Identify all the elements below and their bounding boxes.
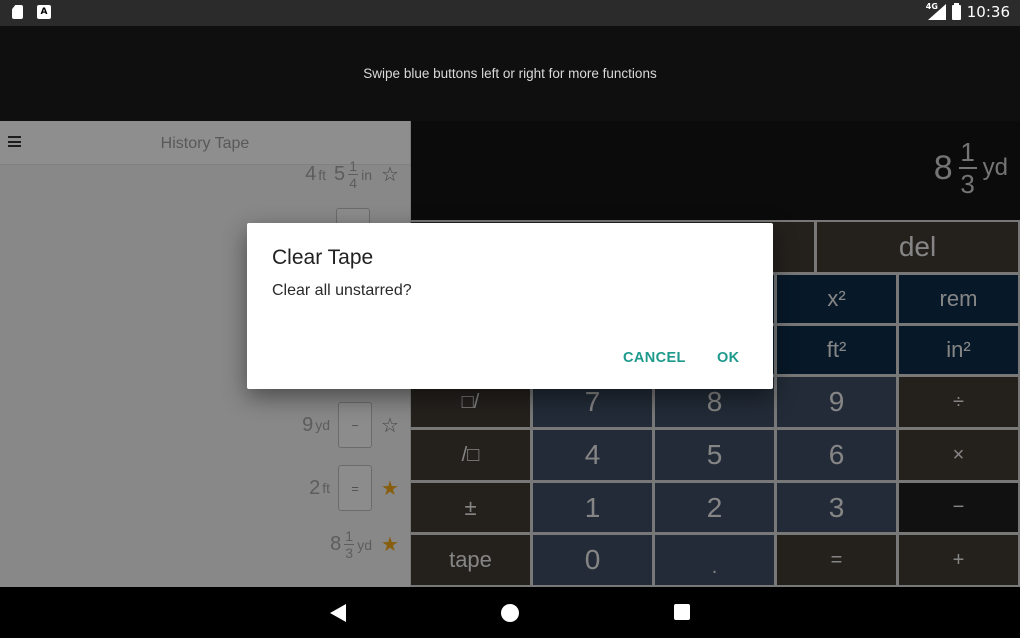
sd-card-icon [12, 5, 23, 19]
dialog-message: Clear all unstarred? [272, 282, 412, 299]
system-icons: 4G 10:36 [925, 2, 1010, 21]
clear-tape-dialog: Clear Tape Clear all unstarred? CANCEL O… [247, 223, 773, 389]
home-icon[interactable] [501, 604, 519, 622]
navigation-bar [0, 587, 1020, 638]
ok-button[interactable]: OK [717, 350, 740, 366]
clock: 10:36 [966, 3, 1010, 21]
battery-icon [951, 2, 961, 20]
dialog-title: Clear Tape [272, 246, 374, 269]
back-icon[interactable] [330, 604, 346, 622]
status-bar: A 4G 10:36 [0, 0, 1020, 26]
hint-text: Swipe blue buttons left or right for mor… [363, 66, 657, 81]
notification-icons: A [12, 5, 51, 19]
a-notification-icon: A [37, 5, 51, 19]
network-type: 4G [925, 2, 938, 11]
cancel-button[interactable]: CANCEL [623, 350, 686, 366]
hint-banner: Swipe blue buttons left or right for mor… [0, 26, 1020, 121]
recent-apps-icon[interactable] [674, 604, 690, 620]
signal-icon: 4G [925, 2, 946, 20]
